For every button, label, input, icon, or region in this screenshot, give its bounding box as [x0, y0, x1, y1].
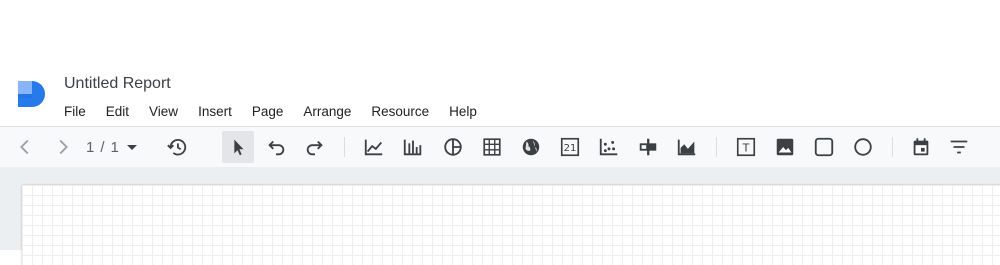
bullet-chart-icon[interactable] — [636, 135, 660, 159]
table-icon[interactable] — [480, 135, 504, 159]
undo-icon[interactable] — [264, 135, 288, 159]
toolbar-divider — [716, 137, 717, 157]
menu-edit[interactable]: Edit — [98, 102, 137, 121]
text-tool-glyph: T — [742, 142, 750, 155]
globe-icon[interactable] — [519, 135, 543, 159]
menu-bar: File Edit View Insert Page Arrange Resou… — [56, 102, 489, 121]
history-icon[interactable] — [165, 135, 189, 159]
page-separator: / — [100, 139, 105, 156]
chevron-left-icon[interactable] — [13, 135, 37, 159]
report-title[interactable]: Untitled Report — [64, 75, 171, 93]
scatter-chart-icon[interactable] — [597, 135, 621, 159]
circle-icon[interactable] — [851, 135, 875, 159]
chevron-down-icon[interactable] — [126, 145, 137, 150]
menu-page[interactable]: Page — [244, 102, 292, 121]
redo-icon[interactable] — [303, 135, 327, 159]
image-icon[interactable] — [773, 135, 797, 159]
scorecard-icon[interactable]: 21 — [558, 135, 582, 159]
chevron-right-icon[interactable] — [51, 135, 75, 159]
toolbar: 1 / 1 21 T — [0, 126, 1000, 168]
select-tool-button[interactable] — [222, 131, 254, 163]
total-pages: 1 — [110, 139, 119, 156]
calendar-icon[interactable] — [909, 135, 933, 159]
report-canvas[interactable] — [22, 185, 1000, 265]
menu-help[interactable]: Help — [441, 102, 485, 121]
text-box-icon[interactable]: T — [734, 135, 758, 159]
page-selector[interactable]: 1 / 1 — [86, 139, 137, 156]
filter-icon[interactable] — [947, 135, 971, 159]
menu-arrange[interactable]: Arrange — [295, 102, 359, 121]
menu-file[interactable]: File — [56, 102, 94, 121]
current-page: 1 — [86, 139, 95, 156]
pie-chart-icon[interactable] — [441, 135, 465, 159]
toolbar-divider — [344, 137, 345, 157]
menu-resource[interactable]: Resource — [363, 102, 437, 121]
area-chart-icon[interactable] — [675, 135, 699, 159]
time-series-chart-icon[interactable] — [362, 135, 386, 159]
app-header: Untitled Report File Edit View Insert Pa… — [0, 0, 1000, 125]
scorecard-glyph: 21 — [564, 143, 577, 154]
app-logo-icon[interactable] — [16, 78, 46, 108]
toolbar-divider — [892, 137, 893, 157]
cursor-icon — [234, 139, 244, 156]
menu-insert[interactable]: Insert — [190, 102, 240, 121]
bar-chart-icon[interactable] — [401, 135, 425, 159]
menu-view[interactable]: View — [141, 102, 186, 121]
rectangle-icon[interactable] — [812, 135, 836, 159]
